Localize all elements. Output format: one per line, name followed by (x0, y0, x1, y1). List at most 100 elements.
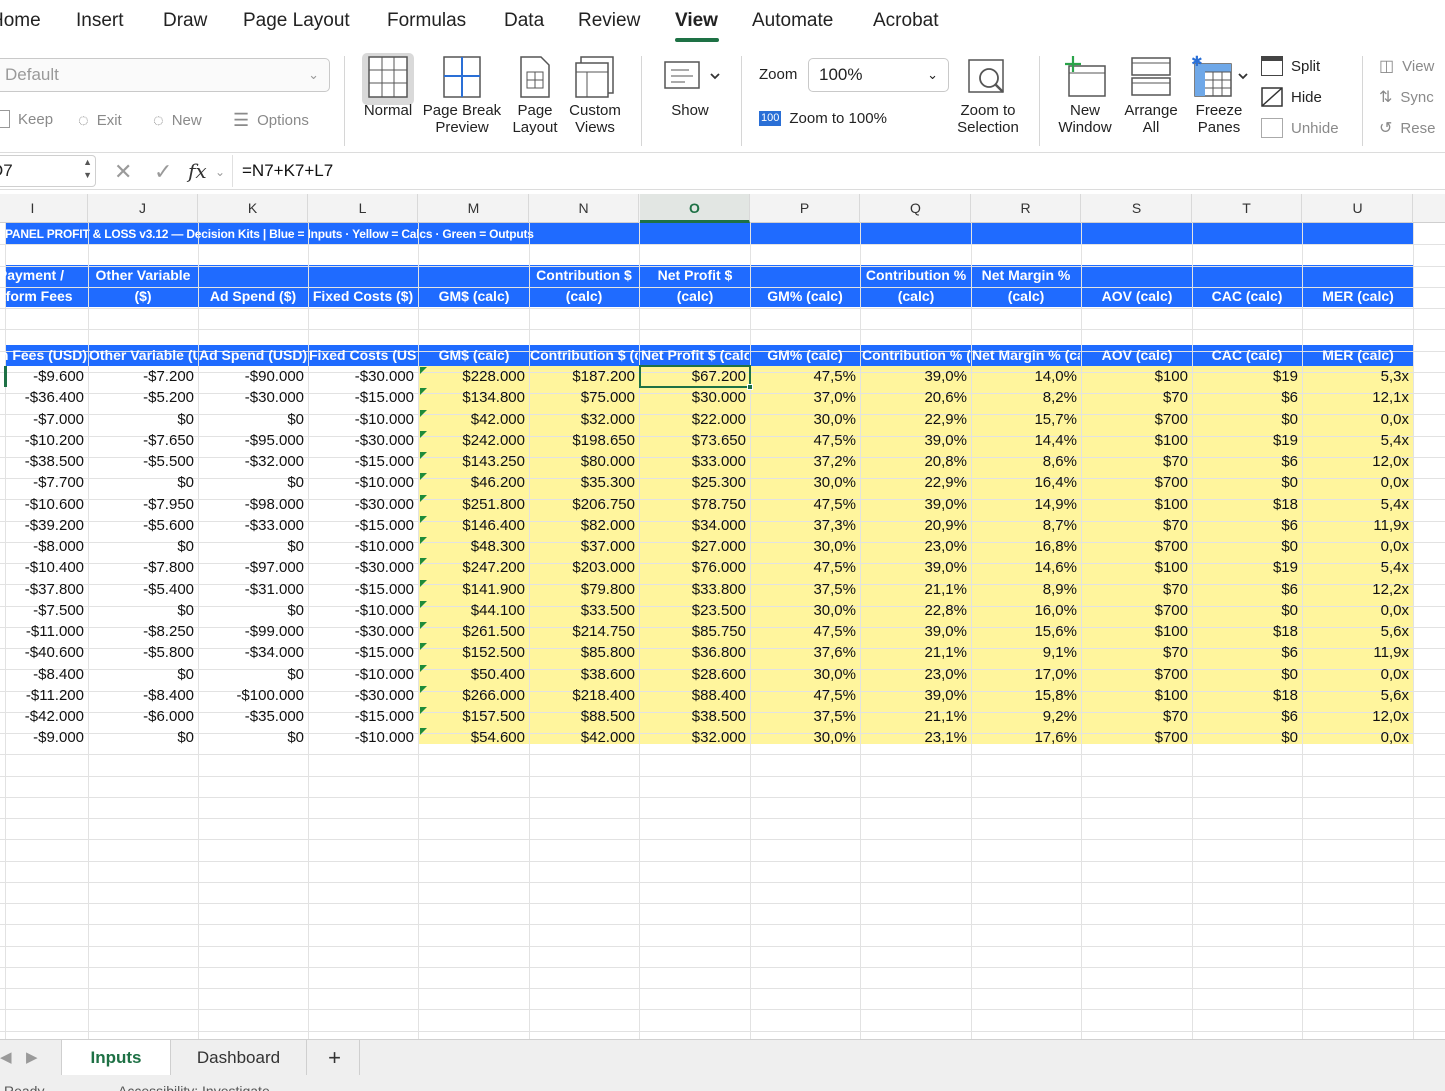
cell-t-row12[interactable]: $0 (1192, 600, 1302, 621)
cell-i-row12[interactable]: -$7.500 (0, 600, 88, 621)
column-header-m[interactable]: M (419, 194, 529, 223)
cell-j-row17[interactable]: -$6.000 (88, 706, 198, 727)
cell-s-row4[interactable]: $100 (1082, 430, 1192, 451)
cell-i-row9[interactable]: -$8.000 (0, 536, 88, 557)
cell-l-row7[interactable]: -$30.000 (308, 494, 418, 515)
cell-q-row4[interactable]: 39,0% (861, 430, 971, 451)
cell-s-row2[interactable]: $70 (1082, 387, 1192, 408)
cell-k-row15[interactable]: $0 (198, 664, 308, 685)
cell-n-row16[interactable]: $218.400 (529, 685, 639, 706)
cell-m-row15[interactable]: $50.400 (419, 664, 529, 685)
options-button[interactable]: ☰ Options (233, 110, 309, 131)
cell-n-row15[interactable]: $38.600 (529, 664, 639, 685)
cell-t-row2[interactable]: $6 (1192, 387, 1302, 408)
cell-q-row17[interactable]: 21,1% (861, 706, 971, 727)
cell-t-row15[interactable]: $0 (1192, 664, 1302, 685)
reset-position-button[interactable]: ↺ Rese (1379, 118, 1435, 138)
cell-u-row6[interactable]: 0,0x (1303, 472, 1413, 493)
cell-m-row12[interactable]: $44.100 (419, 600, 529, 621)
cell-q-row5[interactable]: 20,8% (861, 451, 971, 472)
column-header-j[interactable]: J (88, 194, 198, 223)
cell-u-row14[interactable]: 11,9x (1303, 642, 1413, 663)
cell-j-row15[interactable]: $0 (88, 664, 198, 685)
zoom-to-100-button[interactable]: 100 Zoom to 100% (759, 110, 887, 127)
cell-o-row5[interactable]: $33.000 (640, 451, 750, 472)
sheet-view-select[interactable]: Default ⌄ (0, 58, 330, 92)
cell-u-row11[interactable]: 12,2x (1303, 579, 1413, 600)
formula-warning-indicator[interactable] (420, 600, 427, 608)
column-header-u[interactable]: U (1303, 194, 1413, 223)
cell-o-row8[interactable]: $34.000 (640, 515, 750, 536)
cell-j-row9[interactable]: $0 (88, 536, 198, 557)
cell-l-row13[interactable]: -$30.000 (308, 621, 418, 642)
cell-p-row17[interactable]: 37,5% (750, 706, 860, 727)
cell-k-row7[interactable]: -$98.000 (198, 494, 308, 515)
cell-q-row16[interactable]: 39,0% (861, 685, 971, 706)
cell-o-row17[interactable]: $38.500 (640, 706, 750, 727)
cell-m-row18[interactable]: $54.600 (419, 727, 529, 748)
cell-m-row7[interactable]: $251.800 (419, 494, 529, 515)
column-header-l[interactable]: L (308, 194, 418, 223)
cell-u-row10[interactable]: 5,4x (1303, 557, 1413, 578)
cell-t-row17[interactable]: $6 (1192, 706, 1302, 727)
cell-m-row17[interactable]: $157.500 (419, 706, 529, 727)
cell-s-row5[interactable]: $70 (1082, 451, 1192, 472)
tab-automate[interactable]: Automate (752, 10, 833, 32)
cell-n-row6[interactable]: $35.300 (529, 472, 639, 493)
tab-acrobat[interactable]: Acrobat (873, 10, 938, 32)
cell-q-row3[interactable]: 22,9% (861, 409, 971, 430)
formula-warning-indicator[interactable] (420, 430, 427, 438)
cell-i-row6[interactable]: -$7.700 (0, 472, 88, 493)
cell-l-row11[interactable]: -$15.000 (308, 579, 418, 600)
cell-o-row13[interactable]: $85.750 (640, 621, 750, 642)
cell-m-row9[interactable]: $48.300 (419, 536, 529, 557)
cell-r-row8[interactable]: 8,7% (971, 515, 1081, 536)
cell-u-row9[interactable]: 0,0x (1303, 536, 1413, 557)
cell-p-row14[interactable]: 37,6% (750, 642, 860, 663)
cell-u-row8[interactable]: 11,9x (1303, 515, 1413, 536)
cell-j-row11[interactable]: -$5.400 (88, 579, 198, 600)
cell-i-row8[interactable]: -$39.200 (0, 515, 88, 536)
cell-i-row13[interactable]: -$11.000 (0, 621, 88, 642)
cell-q-row11[interactable]: 21,1% (861, 579, 971, 600)
cell-s-row10[interactable]: $100 (1082, 557, 1192, 578)
cell-r-row2[interactable]: 8,2% (971, 387, 1081, 408)
cell-t-row6[interactable]: $0 (1192, 472, 1302, 493)
cell-u-row2[interactable]: 12,1x (1303, 387, 1413, 408)
custom-views-button[interactable]: Custom Views (565, 54, 625, 136)
cell-l-row10[interactable]: -$30.000 (308, 557, 418, 578)
cell-t-row13[interactable]: $18 (1192, 621, 1302, 642)
cell-m-row16[interactable]: $266.000 (419, 685, 529, 706)
cell-i-row4[interactable]: -$10.200 (0, 430, 88, 451)
cell-m-row14[interactable]: $152.500 (419, 642, 529, 663)
cell-n-row8[interactable]: $82.000 (529, 515, 639, 536)
cell-t-row11[interactable]: $6 (1192, 579, 1302, 600)
cell-r-row15[interactable]: 17,0% (971, 664, 1081, 685)
accessibility-status[interactable]: Accessibility: Investigate (118, 1083, 270, 1091)
cell-i-row2[interactable]: -$36.400 (0, 387, 88, 408)
cell-q-row12[interactable]: 22,8% (861, 600, 971, 621)
cell-p-row13[interactable]: 47,5% (750, 621, 860, 642)
cell-n-row1[interactable]: $187.200 (529, 366, 639, 387)
cell-s-row16[interactable]: $100 (1082, 685, 1192, 706)
cell-n-row11[interactable]: $79.800 (529, 579, 639, 600)
formula-warning-indicator[interactable] (420, 452, 427, 459)
cell-q-row15[interactable]: 23,0% (861, 664, 971, 685)
cell-k-row4[interactable]: -$95.000 (198, 430, 308, 451)
split-button[interactable]: Split (1261, 56, 1320, 76)
cell-i-row7[interactable]: -$10.600 (0, 494, 88, 515)
cell-n-row10[interactable]: $203.000 (529, 557, 639, 578)
cell-q-row9[interactable]: 23,0% (861, 536, 971, 557)
cell-r-row3[interactable]: 15,7% (971, 409, 1081, 430)
cell-k-row5[interactable]: -$32.000 (198, 451, 308, 472)
cell-r-row9[interactable]: 16,8% (971, 536, 1081, 557)
cell-s-row9[interactable]: $700 (1082, 536, 1192, 557)
formula-warning-indicator[interactable] (420, 367, 427, 374)
cell-m-row5[interactable]: $143.250 (419, 451, 529, 472)
cell-t-row7[interactable]: $18 (1192, 494, 1302, 515)
cell-u-row5[interactable]: 12,0x (1303, 451, 1413, 472)
tab-page-layout[interactable]: Page Layout (243, 10, 350, 32)
cell-m-row10[interactable]: $247.200 (419, 557, 529, 578)
cell-n-row5[interactable]: $80.000 (529, 451, 639, 472)
cell-p-row10[interactable]: 47,5% (750, 557, 860, 578)
